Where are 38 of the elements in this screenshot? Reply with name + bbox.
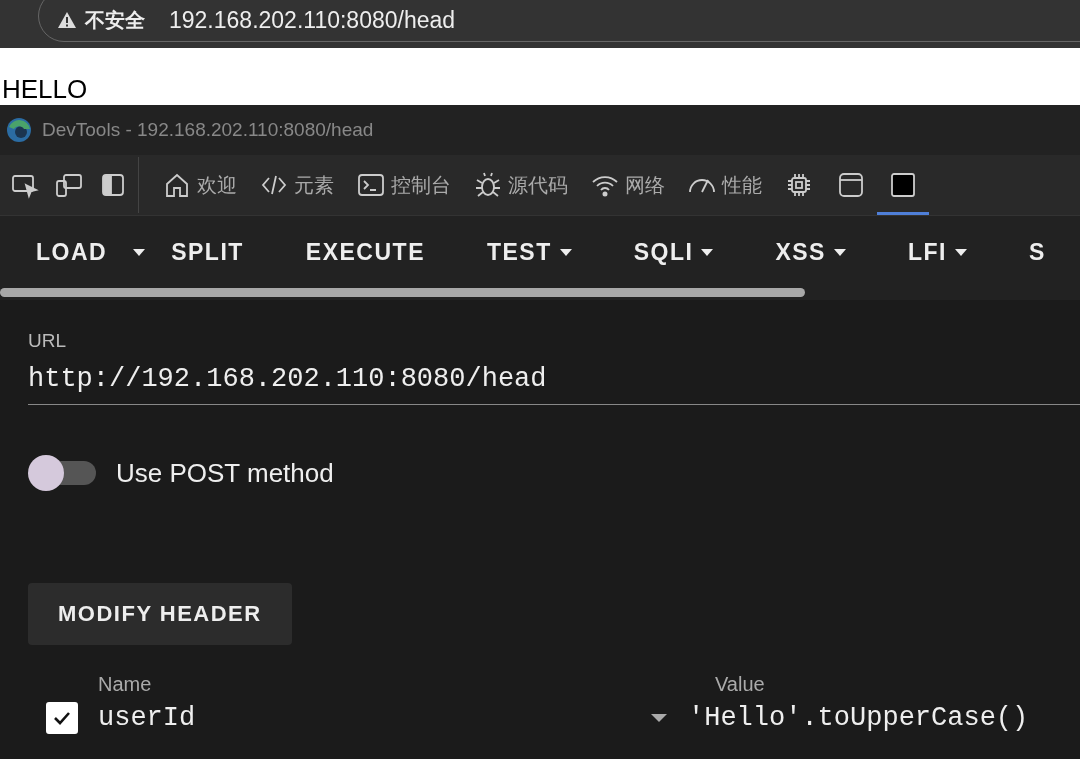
toggle-label: Use POST method <box>116 457 334 489</box>
square-icon <box>888 170 918 200</box>
devtools-tab[interactable]: 欢迎 <box>151 155 248 215</box>
caret-icon <box>133 248 146 256</box>
column-label: Value <box>715 673 765 696</box>
menu-button[interactable]: LOAD <box>18 228 126 276</box>
header-name[interactable]: userId <box>98 703 650 733</box>
security-label: 不安全 <box>85 7 145 33</box>
column-label: Name <box>98 673 153 696</box>
menu-dropdown[interactable]: TEST <box>469 228 590 276</box>
header-checkbox[interactable] <box>46 702 78 734</box>
browser-logo-icon <box>6 117 32 143</box>
caret-icon <box>833 248 846 256</box>
scrollbar-thumb[interactable] <box>0 288 805 297</box>
menu-dropdown[interactable]: XSS <box>757 228 864 276</box>
header-value[interactable]: 'Hello'.toUpperCase() <box>688 703 1029 733</box>
devtools-tab[interactable]: 网络 <box>579 155 676 215</box>
menu-dropdown[interactable]: LFI <box>889 228 985 276</box>
dropdown-caret-icon[interactable] <box>650 713 668 723</box>
menu-button[interactable]: EXECUTE <box>287 228 443 276</box>
address-text: 192.168.202.110:8080/head <box>169 6 456 34</box>
menu-button[interactable]: S <box>1010 228 1064 276</box>
bug-icon <box>473 170 503 200</box>
devtools-tab[interactable]: 性能 <box>676 155 773 215</box>
devtools-tab[interactable]: 元素 <box>248 155 345 215</box>
devtools-tab[interactable]: 控制台 <box>345 155 462 215</box>
page-text: HELLO <box>2 74 88 105</box>
devtools-tab[interactable]: 源代码 <box>462 155 579 215</box>
menu-dropdown[interactable]: SQLI <box>615 228 732 276</box>
window-title: DevTools - 192.168.202.110:8080/head <box>42 119 374 141</box>
menu-button[interactable]: SPLIT <box>153 228 262 276</box>
modify-header-button[interactable]: MODIFY HEADER <box>28 583 292 645</box>
window-icon <box>836 170 866 200</box>
caret-icon <box>701 248 714 256</box>
caret-icon <box>954 248 967 256</box>
caret-icon <box>559 248 572 256</box>
url-field[interactable]: URL http://192.168.202.110:8080/head <box>28 330 1080 405</box>
warning-icon <box>57 11 77 29</box>
